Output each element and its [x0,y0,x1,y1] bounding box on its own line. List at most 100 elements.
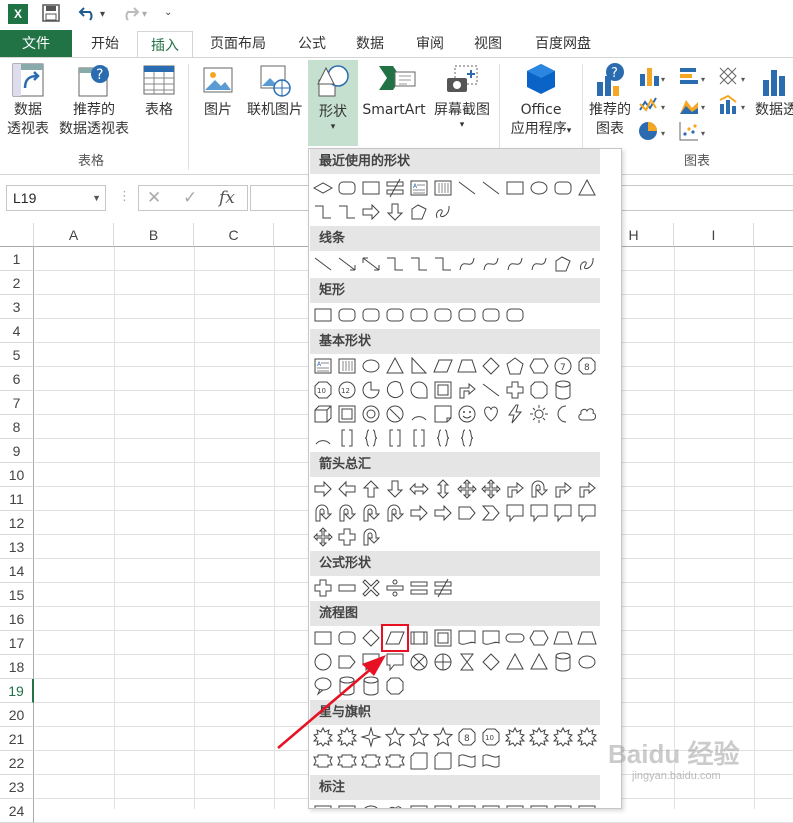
row-header[interactable]: 7 [0,391,34,415]
row-header[interactable]: 15 [0,583,34,607]
rrect-shape-icon[interactable] [336,177,358,199]
row-header[interactable]: 20 [0,703,34,727]
wave-shape-icon[interactable] [456,750,478,772]
hex-shape-icon[interactable] [528,355,550,377]
rrect-shape-icon[interactable] [336,627,358,649]
proc2-shape-icon[interactable] [408,627,430,649]
tri-shape-icon[interactable] [576,177,598,199]
bent-shape-icon[interactable] [552,478,574,500]
tab-view[interactable]: 视图 [464,30,512,58]
curve-shape-icon[interactable] [480,253,502,275]
rect-shape-icon[interactable] [360,177,382,199]
redo-icon[interactable] [118,4,140,26]
brace-shape-icon[interactable] [360,427,382,449]
neq-shape-icon[interactable] [432,577,454,599]
rect-shape-icon[interactable] [408,801,430,808]
brace-shape-icon[interactable] [432,427,454,449]
burst-shape-icon[interactable] [312,726,334,748]
row-header[interactable]: 18 [0,655,34,679]
pentarr-shape-icon[interactable] [456,502,478,524]
elbow-shape-icon[interactable] [384,253,406,275]
plus-shape-icon[interactable] [312,577,334,599]
row-header[interactable]: 21 [0,727,34,751]
rrect-shape-icon[interactable] [552,177,574,199]
uturn-shape-icon[interactable] [360,502,382,524]
row-header[interactable]: 1 [0,247,34,271]
nosym-shape-icon[interactable] [384,403,406,425]
rtri-shape-icon[interactable] [408,355,430,377]
tab-file[interactable]: 文件 [0,30,72,58]
row-header[interactable]: 9 [0,439,34,463]
tear-shape-icon[interactable] [408,379,430,401]
oval_c-shape-icon[interactable] [312,675,334,697]
bent-shape-icon[interactable] [576,478,598,500]
cube-shape-icon[interactable] [312,403,334,425]
column-header-a[interactable]: A [34,223,114,247]
row-header[interactable]: 13 [0,535,34,559]
frame-shape-icon[interactable] [336,403,358,425]
tri-shape-icon[interactable] [384,355,406,377]
cancel-icon[interactable]: ✕ [147,188,161,208]
pie-chart-button[interactable]: ▾ [638,120,668,142]
cyl-shape-icon[interactable] [552,651,574,673]
bracket-shape-icon[interactable] [384,427,406,449]
oval-shape-icon[interactable] [528,177,550,199]
arrowU-shape-icon[interactable] [360,478,382,500]
rrect-shape-icon[interactable] [456,304,478,326]
ud-shape-icon[interactable] [432,478,454,500]
scatter-chart-button[interactable]: ▾ [678,120,708,142]
bent-shape-icon[interactable] [456,379,478,401]
lr-shape-icon[interactable] [408,478,430,500]
term-shape-icon[interactable] [504,627,526,649]
table-button[interactable]: 表格 [138,62,180,120]
enter-icon[interactable]: ✓ [183,188,197,208]
save-icon[interactable] [42,4,60,26]
column-header-b[interactable]: B [114,223,194,247]
oval-shape-icon[interactable] [360,355,382,377]
row-header[interactable]: 23 [0,775,34,799]
tab-home[interactable]: 开始 [80,30,130,58]
row-header[interactable]: 12 [0,511,34,535]
frame-shape-icon[interactable] [432,379,454,401]
ribbon-shape-icon[interactable] [312,750,334,772]
cyl-shape-icon[interactable] [360,675,382,697]
chord-shape-icon[interactable] [384,379,406,401]
burst-shape-icon[interactable] [528,726,550,748]
pivottable-button[interactable]: 数据 透视表 [4,62,52,139]
row-header[interactable]: 22 [0,751,34,775]
burst-shape-icon[interactable] [552,726,574,748]
callout-shape-icon[interactable] [360,651,382,673]
callout-shape-icon[interactable] [576,502,598,524]
burst-shape-icon[interactable] [504,726,526,748]
hex-shape-icon[interactable] [528,627,550,649]
quad-shape-icon[interactable] [312,526,334,548]
line-shape-icon[interactable] [480,177,502,199]
cloud-shape-icon[interactable] [576,403,598,425]
bracket-shape-icon[interactable] [336,427,358,449]
pivotchart-button[interactable]: 数据透 [752,62,793,120]
dblarrow-shape-icon[interactable] [360,253,382,275]
line-shape-icon[interactable] [456,177,478,199]
doc-shape-icon[interactable] [480,627,502,649]
rrect-shape-icon[interactable] [480,304,502,326]
cloud-shape-icon[interactable] [384,801,406,808]
online-pictures-button[interactable]: 联机图片 [244,62,306,120]
arrowD-shape-icon[interactable] [384,478,406,500]
name-box-dropdown-icon[interactable]: ▼ [92,186,101,210]
scroll-shape-icon[interactable] [432,750,454,772]
scrib-shape-icon[interactable] [432,201,454,223]
eq-shape-icon[interactable] [408,577,430,599]
customize-qat-icon[interactable]: ⌄ [164,7,172,18]
brace-shape-icon[interactable] [456,427,478,449]
uturn-shape-icon[interactable] [336,502,358,524]
star5-shape-icon[interactable] [408,726,430,748]
trap-shape-icon[interactable] [456,355,478,377]
screenshot-button[interactable]: 屏幕截图 ▾ [430,62,494,130]
uturn-shape-icon[interactable] [312,502,334,524]
doc-shape-icon[interactable] [456,627,478,649]
hour-shape-icon[interactable] [456,651,478,673]
ribbon-shape-icon[interactable] [384,750,406,772]
quad-shape-icon[interactable] [456,478,478,500]
tri-shape-icon[interactable] [528,651,550,673]
pictures-button[interactable]: 图片 [196,62,240,120]
